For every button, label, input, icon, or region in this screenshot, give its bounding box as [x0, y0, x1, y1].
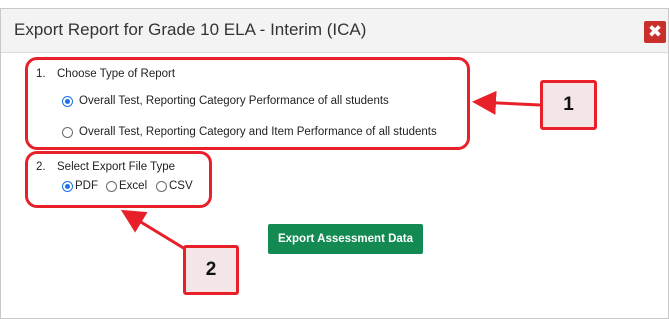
close-icon: ✖: [647, 22, 663, 41]
callout-badge-2-label: 2: [205, 259, 217, 280]
dialog-header: Export Report for Grade 10 ELA - Interim…: [1, 9, 668, 53]
callout-box-2: [25, 151, 212, 208]
callout-badge-1: 1: [540, 80, 597, 130]
callout-box-1: [25, 57, 470, 150]
callout-badge-1-label: 1: [563, 94, 574, 115]
dialog-title: Export Report for Grade 10 ELA - Interim…: [14, 20, 367, 39]
callout-badge-2: 2: [183, 245, 239, 295]
export-assessment-data-button[interactable]: Export Assessment Data: [268, 224, 423, 254]
close-button[interactable]: ✖: [644, 21, 666, 43]
